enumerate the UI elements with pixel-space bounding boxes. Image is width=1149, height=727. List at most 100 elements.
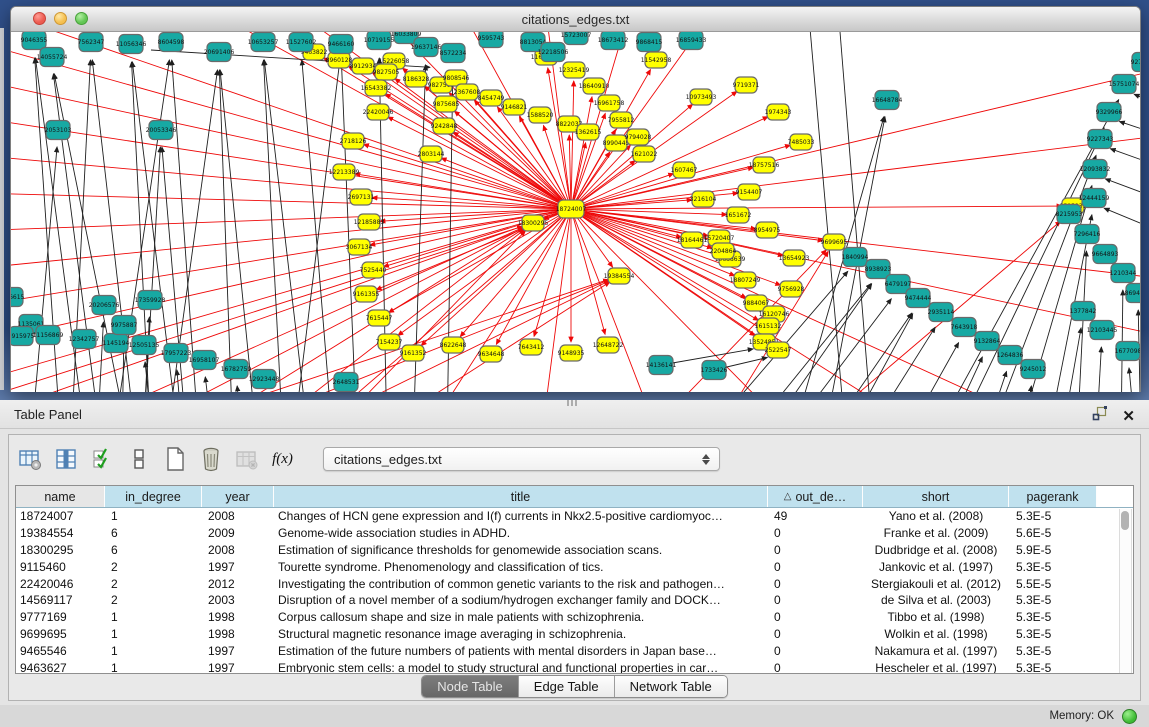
graph-edge[interactable]: [237, 386, 243, 392]
graph-edge[interactable]: [264, 60, 309, 392]
graph-edge[interactable]: [571, 97, 592, 209]
table-row[interactable]: 1830029562008Estimation of significance …: [16, 542, 1133, 559]
network-table-select[interactable]: citations_edges.txt: [323, 447, 720, 471]
cell-pagerank[interactable]: 5.3E-5: [1009, 610, 1097, 624]
graph-edge[interactable]: [1104, 208, 1140, 240]
graph-edge[interactable]: [97, 322, 103, 392]
cell-out_de[interactable]: 49: [768, 509, 863, 523]
create-table-icon[interactable]: [161, 446, 188, 473]
column-header-pagerank[interactable]: pagerank: [1009, 486, 1097, 507]
cell-title[interactable]: Estimation of significance thresholds fo…: [274, 543, 768, 557]
graph-edge[interactable]: [1129, 368, 1136, 392]
float-panel-icon[interactable]: [1092, 406, 1108, 426]
graph-edge[interactable]: [943, 357, 982, 392]
network-view-window[interactable]: citations_edges.txt 94638228960128891293…: [10, 6, 1141, 392]
cell-short[interactable]: de Silva et al. (2003): [863, 593, 1009, 607]
table-scrollbar-thumb[interactable]: [1121, 511, 1129, 530]
graph-edge[interactable]: [302, 60, 333, 392]
cell-name[interactable]: 9465546: [16, 644, 105, 658]
graph-edge[interactable]: [219, 70, 233, 392]
cell-in_degree[interactable]: 1: [105, 661, 202, 674]
manage-columns-icon[interactable]: [53, 446, 80, 473]
graph-edge[interactable]: [807, 32, 846, 392]
graph-edge[interactable]: [571, 209, 605, 334]
cell-year[interactable]: 2009: [202, 526, 274, 540]
cell-short[interactable]: Tibbo et al. (1998): [863, 610, 1009, 624]
graph-edge[interactable]: [293, 62, 340, 392]
cell-year[interactable]: 1998: [202, 610, 274, 624]
row-options-icon[interactable]: [125, 446, 152, 473]
cell-out_de[interactable]: 0: [768, 661, 863, 674]
cell-year[interactable]: 1998: [202, 627, 274, 641]
cell-title[interactable]: Tourette syndrome. Phenomenology and cla…: [274, 560, 768, 574]
cell-pagerank[interactable]: 5.3E-5: [1009, 627, 1097, 641]
cell-in_degree[interactable]: 6: [105, 526, 202, 540]
column-header-name[interactable]: name: [16, 486, 105, 507]
graph-edge[interactable]: [1105, 179, 1140, 207]
cell-title[interactable]: Disruption of a novel member of a sodium…: [274, 593, 768, 607]
cell-short[interactable]: Dudbridge et al. (2008): [863, 543, 1009, 557]
cell-pagerank[interactable]: 5.3E-5: [1009, 644, 1097, 658]
table-row[interactable]: 1938455462009Genome-wide association stu…: [16, 525, 1133, 542]
column-header-out_de[interactable]: △out_de…: [768, 486, 863, 507]
cell-year[interactable]: 1997: [202, 644, 274, 658]
cell-in_degree[interactable]: 1: [105, 610, 202, 624]
graph-edge[interactable]: [1061, 328, 1081, 392]
cell-in_degree[interactable]: 2: [105, 577, 202, 591]
tab-network-table[interactable]: Network Table: [615, 676, 727, 697]
cell-year[interactable]: 2003: [202, 593, 274, 607]
graph-edge[interactable]: [11, 192, 571, 209]
cell-in_degree[interactable]: 1: [105, 627, 202, 641]
cell-out_de[interactable]: 0: [768, 610, 863, 624]
cell-pagerank[interactable]: 5.6E-5: [1009, 526, 1097, 540]
cell-out_de[interactable]: 0: [768, 560, 863, 574]
graph-edge[interactable]: [11, 153, 571, 209]
graph-edge[interactable]: [983, 371, 1007, 392]
graph-edge[interactable]: [11, 114, 571, 209]
cell-in_degree[interactable]: 1: [105, 644, 202, 658]
column-header-year[interactable]: year: [202, 486, 274, 507]
function-builder-icon[interactable]: f(x): [269, 446, 296, 473]
cell-name[interactable]: 18300295: [16, 543, 105, 557]
delete-table-icon[interactable]: [197, 446, 224, 473]
select-all-icon[interactable]: [89, 446, 116, 473]
graph-edge[interactable]: [903, 343, 959, 392]
delete-column-icon[interactable]: [233, 446, 260, 473]
cell-title[interactable]: Structural magnetic resonance image aver…: [274, 627, 768, 641]
graph-edge[interactable]: [571, 81, 574, 209]
tab-edge-table[interactable]: Edge Table: [519, 676, 615, 697]
graph-edge[interactable]: [111, 228, 523, 392]
cell-short[interactable]: Jankovic et al. (1997): [863, 560, 1009, 574]
cell-out_de[interactable]: 0: [768, 627, 863, 641]
cell-pagerank[interactable]: 5.3E-5: [1009, 661, 1097, 674]
graph-edge[interactable]: [454, 111, 571, 209]
cell-title[interactable]: Corpus callosum shape and size in male p…: [274, 610, 768, 624]
cell-short[interactable]: Wolkin et al. (1998): [863, 627, 1009, 641]
cell-short[interactable]: Nakamura et al. (1997): [863, 644, 1009, 658]
graph-edge[interactable]: [264, 60, 283, 392]
cell-short[interactable]: Franke et al. (2009): [863, 526, 1009, 540]
cell-year[interactable]: 2008: [202, 509, 274, 523]
table-row[interactable]: 911546021997Tourette syndrome. Phenomeno…: [16, 558, 1133, 575]
graph-edge[interactable]: [571, 133, 1140, 209]
table-row[interactable]: 969969511998Structural magnetic resonanc…: [16, 626, 1133, 643]
cell-in_degree[interactable]: 2: [105, 593, 202, 607]
cell-in_degree[interactable]: 2: [105, 560, 202, 574]
tab-node-table[interactable]: Node Table: [422, 676, 519, 697]
cell-out_de[interactable]: 0: [768, 543, 863, 557]
graph-edge[interactable]: [11, 209, 571, 271]
graph-edge[interactable]: [823, 313, 912, 392]
graph-edge[interactable]: [571, 206, 1062, 209]
cell-short[interactable]: Stergiakouli et al. (2012): [863, 577, 1009, 591]
graph-edge[interactable]: [837, 32, 873, 392]
splitter-grip[interactable]: [567, 400, 579, 406]
cell-title[interactable]: Estimation of the future numbers of pati…: [274, 644, 768, 658]
graph-edge[interactable]: [1110, 149, 1140, 174]
cell-pagerank[interactable]: 5.3E-5: [1009, 560, 1097, 574]
graph-edge[interactable]: [341, 62, 357, 392]
graph-edge[interactable]: [1077, 251, 1086, 392]
column-header-short[interactable]: short: [863, 486, 1009, 507]
graph-edge[interactable]: [398, 209, 571, 336]
table-row[interactable]: 946362711997Embryonic stem cells: a mode…: [16, 659, 1133, 674]
graph-canvas[interactable]: 9463822896012889129341522605898275058186…: [11, 32, 1140, 392]
